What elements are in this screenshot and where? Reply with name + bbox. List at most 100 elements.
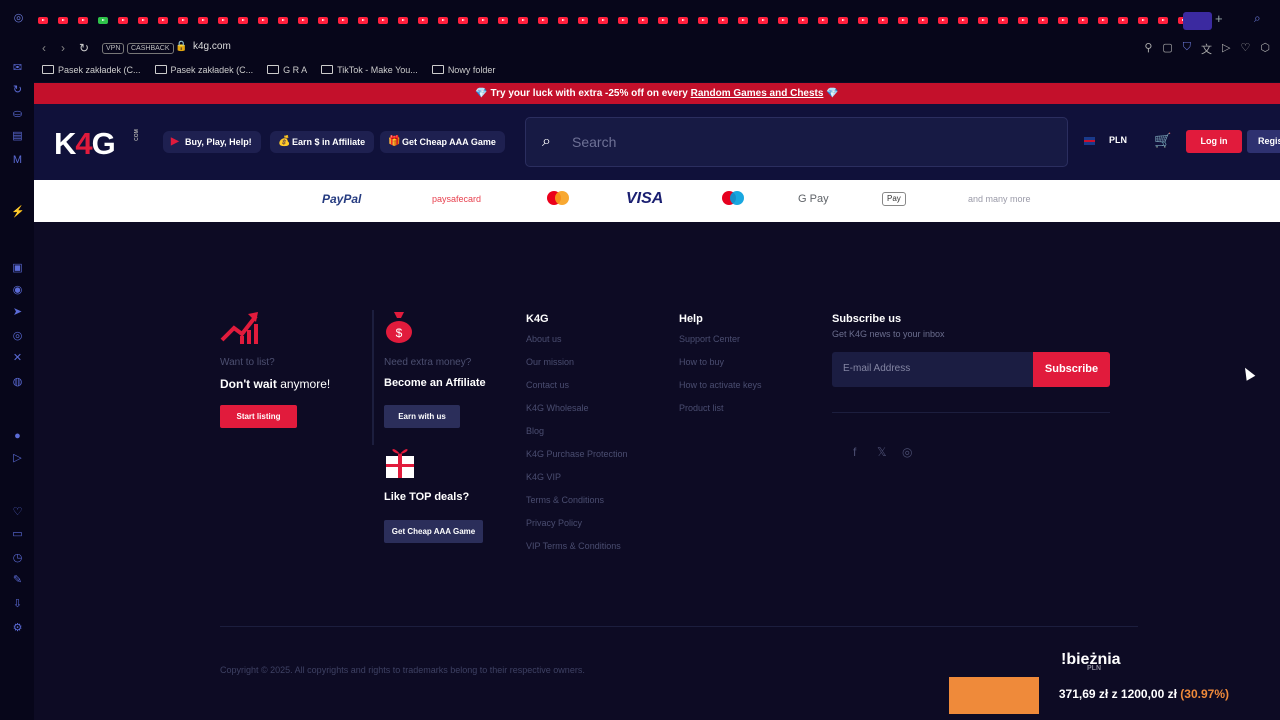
tab-favicon[interactable] (56, 13, 70, 27)
footer-link[interactable]: About us (526, 335, 628, 344)
tab-favicon[interactable] (96, 13, 110, 27)
footer-link[interactable]: VIP Terms & Conditions (526, 542, 628, 551)
tab-favicon[interactable] (576, 13, 590, 27)
footer-link[interactable]: Blog (526, 427, 628, 436)
tab-favicon[interactable] (716, 13, 730, 27)
bookmark-item[interactable]: Nowy folder (431, 60, 495, 82)
footer-link[interactable]: Our mission (526, 358, 628, 367)
vpn-badge[interactable]: VPN (102, 43, 125, 54)
tab-favicon[interactable] (336, 13, 350, 27)
facebook-icon[interactable]: f (853, 445, 856, 459)
tab-favicon[interactable] (836, 13, 850, 27)
k4g-logo[interactable]: K4G COM (54, 126, 140, 162)
footer-link[interactable]: How to buy (679, 358, 762, 367)
login-button[interactable]: Log in (1186, 130, 1242, 153)
tab-favicon[interactable] (1036, 13, 1050, 27)
bag-icon[interactable]: ⛀ (11, 108, 24, 121)
music-icon[interactable]: ● (11, 430, 24, 443)
tab-favicon[interactable] (296, 13, 310, 27)
x-icon[interactable]: ✕ (11, 352, 24, 365)
tab-favicon[interactable] (236, 13, 250, 27)
tab-favicon[interactable] (316, 13, 330, 27)
shield-icon[interactable]: ⛉ (1183, 41, 1191, 57)
x-icon[interactable]: 𝕏 (877, 445, 887, 459)
tab-favicon[interactable] (1096, 13, 1110, 27)
tab-favicon[interactable] (956, 13, 970, 27)
instagram-icon[interactable]: ◎ (11, 330, 24, 343)
tab-favicon[interactable] (116, 13, 130, 27)
opera-icon[interactable]: ◎ (12, 12, 25, 25)
nav-earn-affiliate[interactable]: 💰 Earn $ in Affiliate (270, 131, 375, 153)
vk-icon[interactable]: ✉ (11, 62, 24, 75)
tab-favicon[interactable] (676, 13, 690, 27)
heart-icon[interactable]: ♡ (11, 506, 24, 519)
tab-favicon[interactable] (996, 13, 1010, 27)
wallet-icon[interactable]: ▭ (11, 528, 24, 541)
bookmark-item[interactable]: Pasek zakładek (C... (42, 60, 141, 82)
footer-link[interactable]: K4G Purchase Protection (526, 450, 628, 459)
tab-favicon[interactable] (136, 13, 150, 27)
snapshot-icon[interactable]: ▢ (1162, 41, 1172, 57)
tab-favicon[interactable] (376, 13, 390, 27)
get-cheap-aaa-button[interactable]: Get Cheap AAA Game (384, 520, 483, 543)
uk-flag-icon[interactable] (1084, 137, 1095, 145)
mail-icon[interactable]: M (11, 154, 24, 167)
bookmark-item[interactable]: TikTok - Make You... (321, 60, 418, 82)
tab-favicon[interactable] (256, 13, 270, 27)
clock-icon[interactable]: ◷ (11, 552, 24, 565)
register-button[interactable]: Register (1247, 130, 1280, 153)
pin-icon[interactable]: ⚲ (1144, 41, 1152, 57)
earn-with-us-button[interactable]: Earn with us (384, 405, 460, 428)
forward-icon[interactable]: › (61, 41, 65, 55)
tab-favicon[interactable] (1136, 13, 1150, 27)
footer-link[interactable]: How to activate keys (679, 381, 762, 390)
messenger-icon[interactable]: ◉ (11, 284, 24, 297)
tab-favicon[interactable] (436, 13, 450, 27)
download-icon[interactable]: ⇩ (11, 598, 24, 611)
translate-icon[interactable]: 文 (1201, 41, 1212, 57)
tab-favicon[interactable] (356, 13, 370, 27)
bookmark-item[interactable]: G R A (267, 60, 307, 82)
tab-favicon[interactable] (156, 13, 170, 27)
subscribe-button[interactable]: Subscribe (1033, 352, 1110, 387)
footer-link[interactable]: K4G Wholesale (526, 404, 628, 413)
tab-favicon[interactable] (276, 13, 290, 27)
tab-favicon[interactable] (756, 13, 770, 27)
bookmark-item[interactable]: Pasek zakładek (C... (154, 60, 253, 82)
tab-favicon[interactable] (516, 13, 530, 27)
reload-icon[interactable]: ↻ (79, 41, 89, 55)
tab-favicon[interactable] (496, 13, 510, 27)
promo-link[interactable]: Random Games and Chests (691, 88, 824, 99)
gamepad-icon[interactable]: ▤ (11, 130, 24, 143)
tab-favicon[interactable] (656, 13, 670, 27)
cart-icon[interactable]: 🛒 (1154, 132, 1171, 149)
tab-favicon[interactable] (416, 13, 430, 27)
back-icon[interactable]: ‹ (42, 41, 46, 55)
tab-favicon[interactable] (596, 13, 610, 27)
footer-link[interactable]: K4G VIP (526, 473, 628, 482)
cashback-badge[interactable]: CASHBACK (127, 43, 174, 54)
tab-favicon[interactable] (856, 13, 870, 27)
nav-buy-play-help[interactable]: ▶ Buy, Play, Help! (163, 131, 261, 153)
player-icon[interactable]: ▷ (11, 452, 24, 465)
tab-favicon[interactable] (196, 13, 210, 27)
tab-favicon[interactable] (736, 13, 750, 27)
tab-favicon[interactable] (636, 13, 650, 27)
settings-icon[interactable]: ⚙ (11, 622, 24, 635)
aria-icon[interactable]: ⚡ (11, 206, 25, 219)
tab-favicon[interactable] (696, 13, 710, 27)
twitch-icon[interactable]: ▣ (11, 262, 24, 275)
tab-favicon[interactable] (1076, 13, 1090, 27)
start-listing-button[interactable]: Start listing (220, 405, 297, 428)
tab-favicon[interactable] (916, 13, 930, 27)
tab-favicon[interactable] (1056, 13, 1070, 27)
tab-favicon[interactable] (1156, 13, 1170, 27)
tab-search-icon[interactable]: ⌕ (1254, 11, 1261, 26)
tab-favicon[interactable] (456, 13, 470, 27)
tab-favicon[interactable] (876, 13, 890, 27)
active-tab[interactable] (1183, 12, 1212, 30)
tab-favicon[interactable] (556, 13, 570, 27)
heart-icon[interactable]: ♡ (1241, 41, 1251, 57)
search-icon[interactable]: ⌕ (542, 133, 551, 151)
new-tab-icon[interactable]: + (1215, 11, 1223, 26)
